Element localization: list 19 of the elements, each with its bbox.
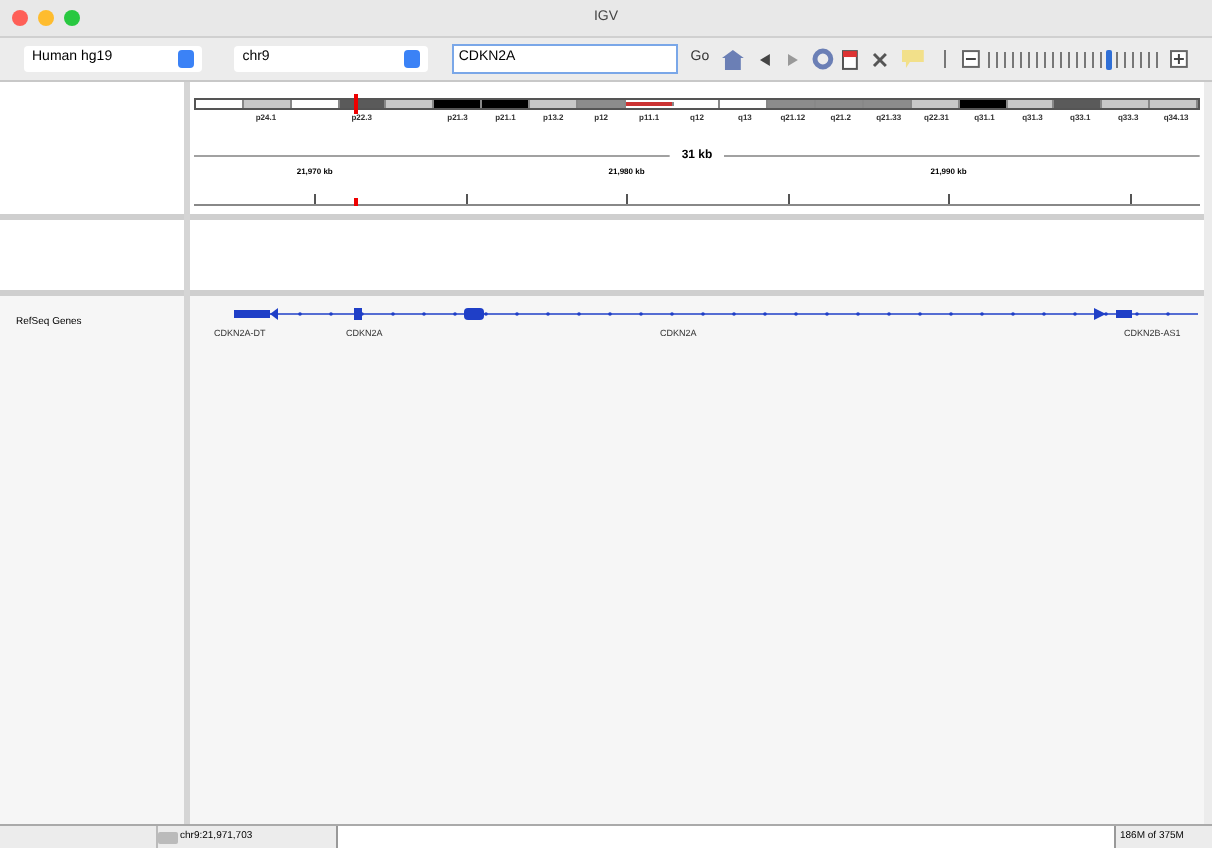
zoom-in-icon[interactable] bbox=[1170, 50, 1188, 68]
ruler-tick bbox=[465, 194, 468, 204]
forward-icon[interactable] bbox=[786, 53, 799, 65]
close-icon[interactable] bbox=[872, 51, 889, 67]
home-icon[interactable] bbox=[721, 49, 744, 69]
status-icon bbox=[158, 831, 178, 843]
close-window-button[interactable] bbox=[12, 10, 28, 26]
back-icon[interactable] bbox=[759, 53, 771, 65]
refresh-icon[interactable] bbox=[812, 48, 835, 70]
current-position-marker bbox=[354, 198, 359, 206]
ruler-tick bbox=[314, 194, 317, 204]
ruler-tick bbox=[948, 194, 951, 204]
current-view-marker bbox=[354, 94, 358, 114]
ruler-tick bbox=[787, 194, 790, 204]
ruler-tick bbox=[626, 194, 629, 204]
region-icon[interactable] bbox=[842, 49, 859, 69]
zoom-out-icon[interactable] bbox=[962, 50, 980, 68]
zoom-slider-thumb[interactable] bbox=[1106, 49, 1113, 69]
ruler-tick bbox=[1129, 194, 1132, 204]
